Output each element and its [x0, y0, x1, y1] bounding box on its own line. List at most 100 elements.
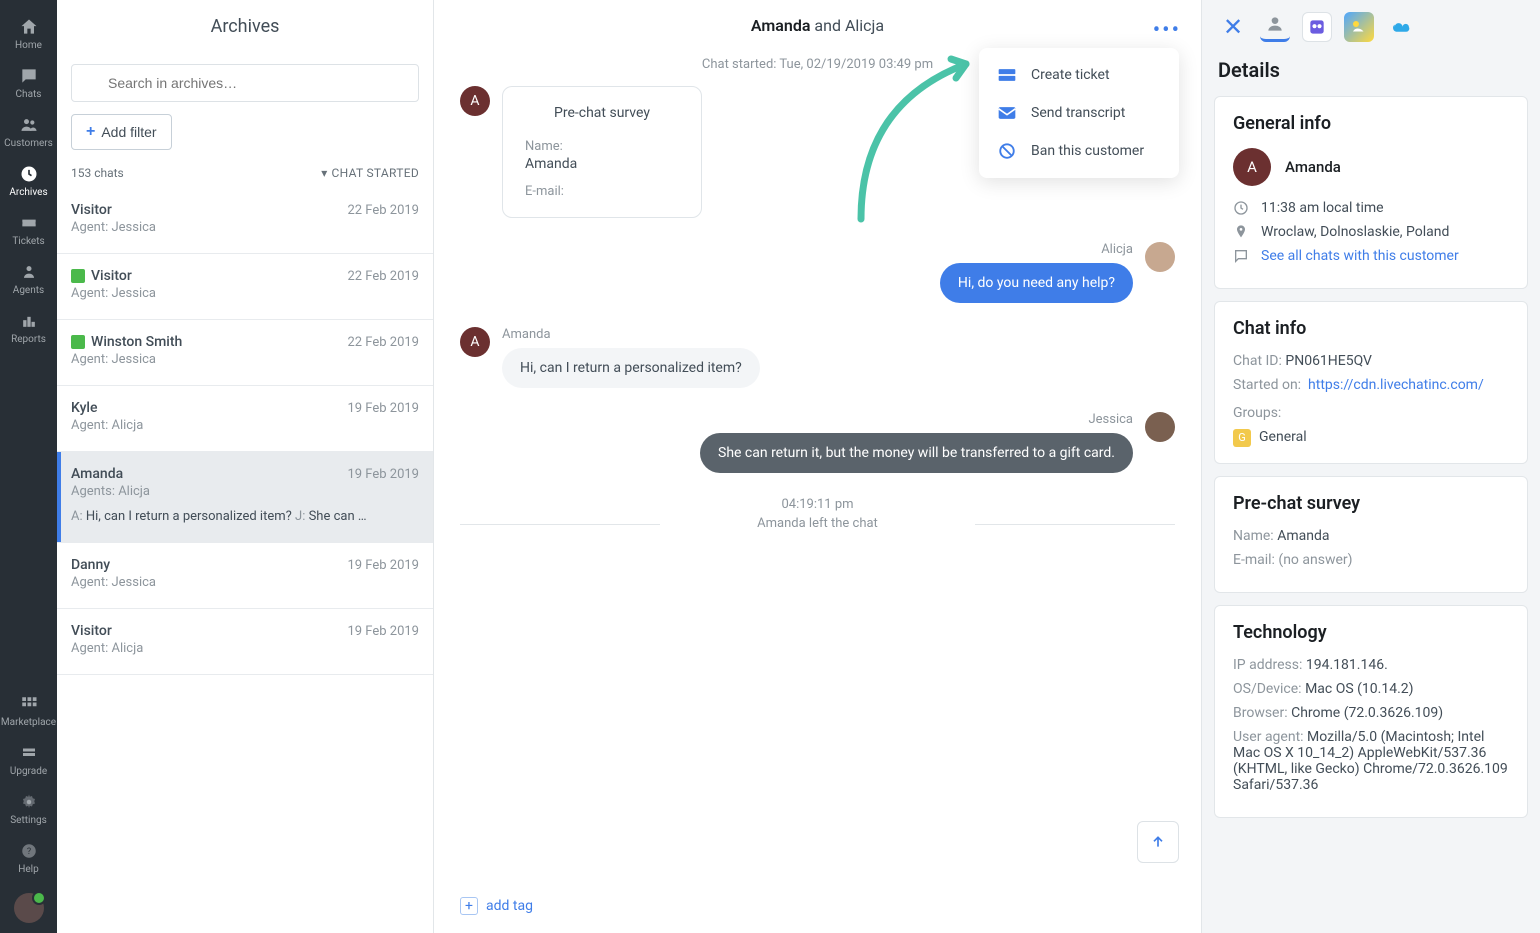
- nav-home[interactable]: Home: [0, 10, 57, 59]
- create-ticket-item[interactable]: Create ticket: [979, 56, 1179, 94]
- ticket-icon: [18, 212, 40, 234]
- nav-label: Settings: [10, 815, 47, 826]
- nav-chats[interactable]: Chats: [0, 59, 57, 108]
- archive-agent: Agent: Jessica: [71, 575, 419, 590]
- archive-name: Visitor: [91, 268, 132, 284]
- customer-avatar: A: [1233, 148, 1271, 186]
- group-name: General: [1259, 429, 1307, 445]
- archive-date: 19 Feb 2019: [347, 624, 419, 639]
- details-tab-app2[interactable]: [1344, 12, 1374, 42]
- archive-date: 19 Feb 2019: [347, 401, 419, 416]
- card-heading: General info: [1233, 113, 1509, 134]
- nav-label: Tickets: [12, 236, 44, 247]
- archive-agent: Agent: Jessica: [71, 220, 419, 235]
- nav-label: Marketplace: [1, 717, 56, 728]
- scroll-up-button[interactable]: [1137, 821, 1179, 863]
- archive-agent: Agents: Alicja: [71, 484, 419, 499]
- archive-agent: Agent: Jessica: [71, 352, 419, 367]
- local-time: 11:38 am local time: [1261, 200, 1384, 216]
- nav-agents[interactable]: Agents: [0, 255, 57, 304]
- message-bubble: Hi, do you need any help?: [940, 263, 1133, 303]
- thumb-up-icon: [71, 335, 85, 349]
- card-heading: Chat info: [1233, 318, 1509, 339]
- customer-name: Amanda: [1285, 158, 1341, 176]
- reports-icon: [18, 310, 40, 332]
- customer-avatar: A: [460, 86, 490, 116]
- details-tab-app1[interactable]: [1302, 12, 1332, 42]
- chat-timestamp: 04:19:11 pm: [460, 497, 1175, 512]
- archive-item[interactable]: Visitor19 Feb 2019 Agent: Alicja: [57, 609, 433, 675]
- archive-item[interactable]: Visitor 22 Feb 2019 Agent: Jessica: [57, 254, 433, 320]
- details-title: Details: [1202, 52, 1540, 96]
- menu-label: Send transcript: [1031, 105, 1125, 121]
- agent-avatar: [1145, 412, 1175, 442]
- nav-customers[interactable]: Customers: [0, 108, 57, 157]
- upgrade-icon: [18, 742, 40, 764]
- close-details-button[interactable]: ✕: [1218, 12, 1248, 42]
- archive-preview: A: Hi, can I return a personalized item?…: [71, 509, 419, 524]
- add-filter-label: Add filter: [101, 124, 156, 140]
- nav-tickets[interactable]: Tickets: [0, 206, 57, 255]
- nav-archives[interactable]: Archives: [0, 157, 57, 206]
- message-sender: Jessica: [1088, 412, 1133, 427]
- nav-label: Help: [18, 864, 38, 875]
- archive-item[interactable]: Kyle19 Feb 2019 Agent: Alicja: [57, 386, 433, 452]
- chat-icon: [1233, 248, 1251, 264]
- started-on-link[interactable]: https://cdn.livechatinc.com/: [1308, 377, 1484, 393]
- user-avatar[interactable]: [14, 893, 44, 923]
- message-sender: Amanda: [502, 327, 760, 342]
- search-input[interactable]: [71, 64, 419, 102]
- more-menu-button[interactable]: •••: [1153, 18, 1181, 43]
- survey-name-label: Name:: [525, 139, 679, 154]
- chat-icon: [18, 65, 40, 87]
- nav-upgrade[interactable]: Upgrade: [0, 736, 57, 785]
- browser: Chrome (72.0.3626.109): [1291, 705, 1443, 721]
- details-tab-app3[interactable]: [1386, 12, 1416, 42]
- archive-item[interactable]: Visitor22 Feb 2019 Agent: Jessica: [57, 188, 433, 254]
- menu-label: Ban this customer: [1031, 143, 1144, 159]
- archive-item-selected[interactable]: Amanda19 Feb 2019 Agents: Alicja A: Hi, …: [57, 452, 433, 543]
- archive-name: Visitor: [71, 202, 112, 218]
- chat-actions-menu: Create ticket Send transcript Ban this c…: [979, 48, 1179, 178]
- gear-icon: [18, 791, 40, 813]
- groups-label: Groups:: [1233, 405, 1281, 421]
- survey-email-label: E-mail:: [525, 184, 679, 199]
- message-bubble: Hi, can I return a personalized item?: [502, 348, 760, 388]
- archive-name: Danny: [71, 557, 110, 573]
- chat-panel: Amanda and Alicja ••• Create ticket Send…: [434, 0, 1202, 933]
- nav-settings[interactable]: Settings: [0, 785, 57, 834]
- svg-text:?: ?: [26, 847, 30, 857]
- agent-avatar: [1145, 242, 1175, 272]
- add-filter-button[interactable]: +Add filter: [71, 114, 172, 150]
- send-transcript-item[interactable]: Send transcript: [979, 94, 1179, 132]
- archive-name: Winston Smith: [91, 334, 182, 350]
- chat-info-card: Chat info Chat ID: PN061HE5QV Started on…: [1214, 301, 1528, 464]
- survey-name: Amanda: [1277, 528, 1329, 544]
- group-badge: G: [1233, 429, 1251, 447]
- survey-title: Pre-chat survey: [525, 105, 679, 121]
- details-tab-person[interactable]: [1260, 12, 1290, 42]
- customers-icon: [18, 114, 40, 136]
- ban-customer-item[interactable]: Ban this customer: [979, 132, 1179, 170]
- archive-list: Visitor 22 Feb 2019 Agent: Jessica Visito…: [57, 188, 433, 933]
- archive-date: 22 Feb 2019: [347, 269, 419, 284]
- pre-chat-survey-card: Pre-chat survey Name: Amanda E-mail:: [502, 86, 702, 218]
- message-sender: Alicja: [1101, 242, 1133, 257]
- message-bubble: She can return it, but the money will be…: [700, 433, 1133, 473]
- nav-reports[interactable]: Reports: [0, 304, 57, 353]
- nav-help[interactable]: ? Help: [0, 834, 57, 883]
- nav-marketplace[interactable]: Marketplace: [0, 687, 57, 736]
- sort-button[interactable]: ▾CHAT STARTED: [321, 166, 419, 180]
- archive-item[interactable]: Winston Smith22 Feb 2019 Agent: Jessica: [57, 320, 433, 386]
- help-icon: ?: [18, 840, 40, 862]
- chat-id: PN061HE5QV: [1285, 353, 1372, 369]
- chat-system-message: Amanda left the chat: [460, 516, 1175, 531]
- nav-label: Upgrade: [10, 766, 47, 777]
- see-all-chats-link[interactable]: See all chats with this customer: [1261, 248, 1459, 264]
- archive-item[interactable]: Danny19 Feb 2019 Agent: Jessica: [57, 543, 433, 609]
- add-tag-button[interactable]: + add tag: [434, 885, 1201, 933]
- archives-title: Archives: [57, 0, 433, 52]
- nav-label: Agents: [13, 285, 44, 296]
- ticket-icon: [997, 66, 1017, 84]
- archive-agent: Agent: Jessica: [71, 286, 419, 301]
